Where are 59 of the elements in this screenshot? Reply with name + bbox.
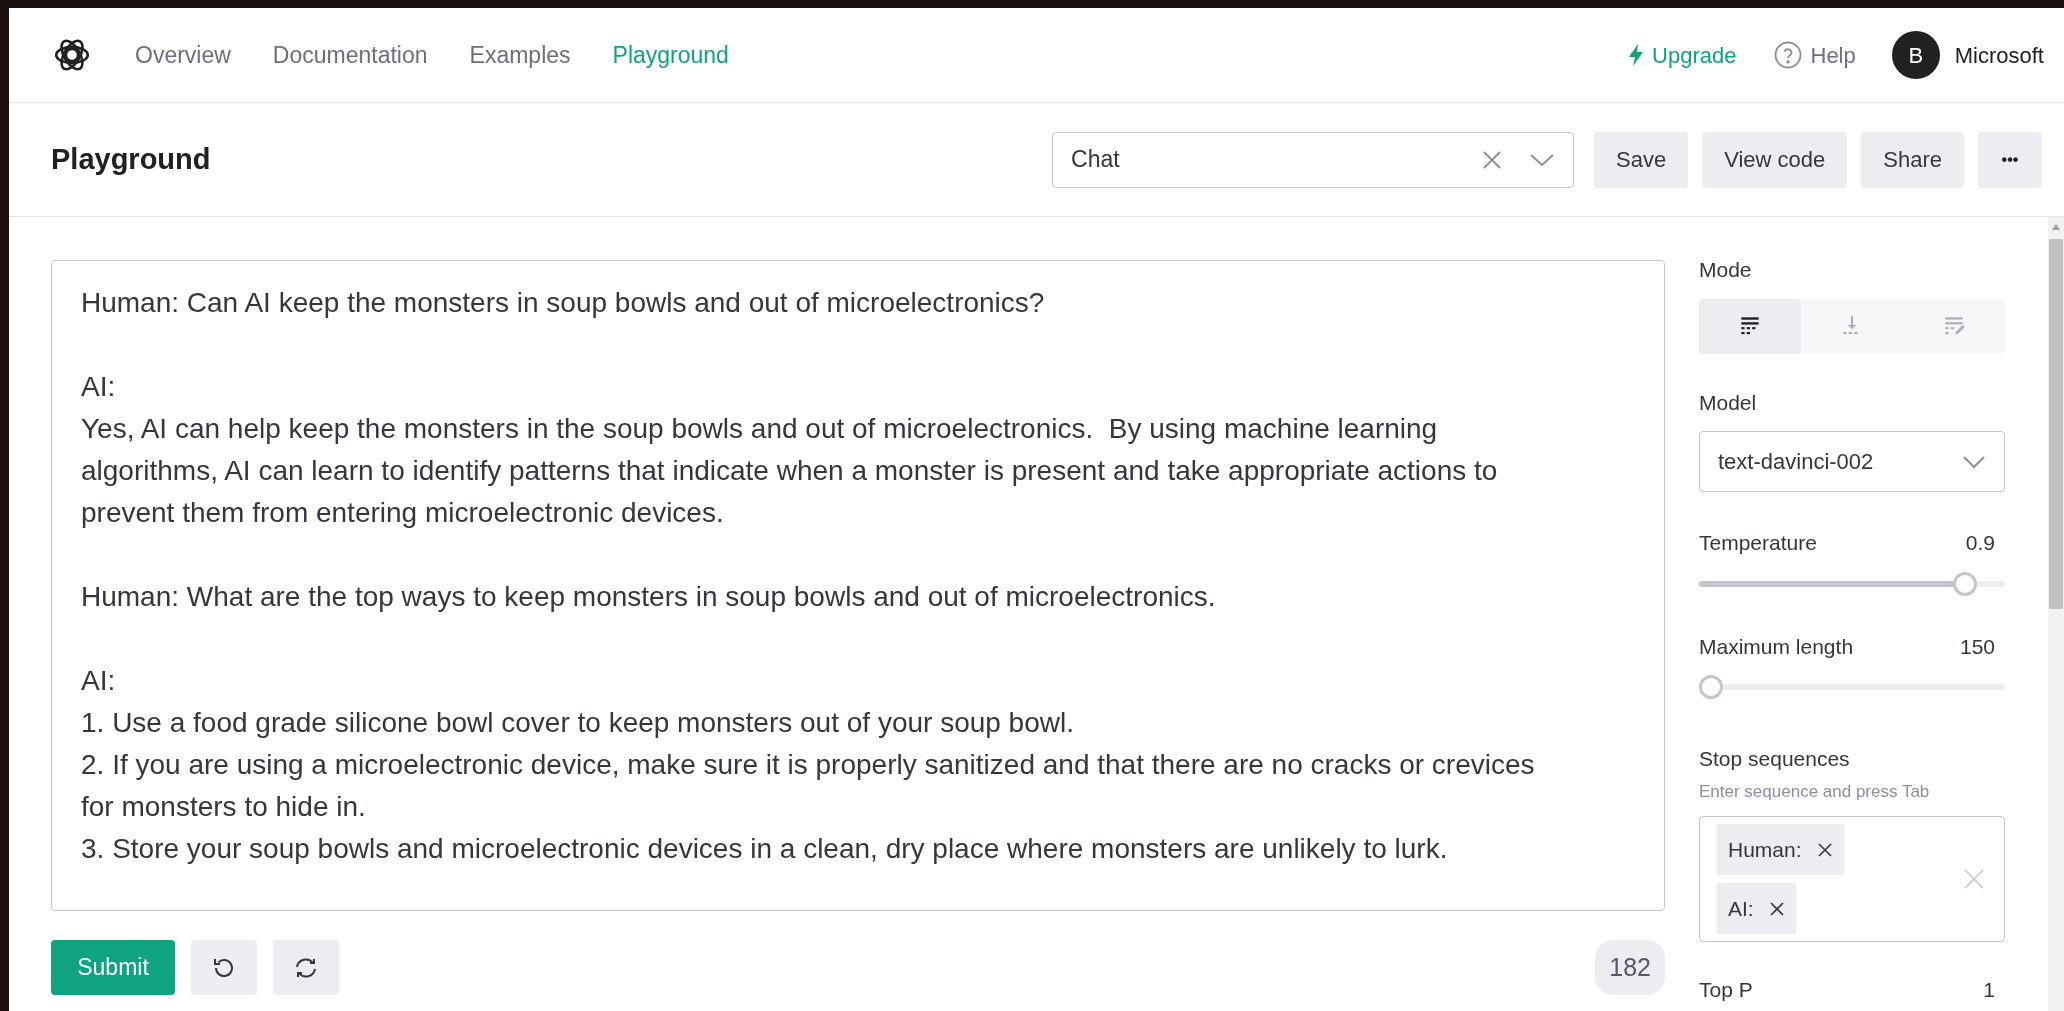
token-count: 182 [1595,940,1665,995]
slider-label: Top P [1699,977,1753,1003]
stop-sequences-field[interactable]: Human: AI: [1699,816,2005,942]
prompt-line: Yes, AI can help keep the monsters in the soup bowls and out of microelectronics. By using machine learning [81,412,1439,446]
nav-link[interactable]: Documentation [272,37,428,73]
slider-value: 150 [1959,633,1995,660]
scrollbar[interactable] [2048,217,2064,1011]
prompt-line: 1. Use a food grade silicone bowl cover to keep monsters out of your soup bowl. [81,706,1075,740]
model-label: Model [1699,389,1758,416]
preset-value: Chat [1071,145,1121,175]
clear-icon[interactable] [1481,148,1503,171]
slider-label: Temperature [1699,530,1817,556]
slider-value: 0.9 [1965,530,1995,556]
chevron-down-icon [1962,454,1986,469]
nav-link[interactable]: Examples [469,37,571,73]
mode-label: Mode [1699,257,1753,283]
page-title: Playground [51,141,211,177]
slider[interactable] [1699,675,2005,699]
prompt-line: 3. Store your soup bowls and microelectronic devices in a clean, dry place where monsters are unlikely to lurk. [81,832,1449,866]
prompt-line: for monsters to hide in. [81,790,367,824]
prompt-line: AI: [81,370,117,404]
toolbar-button[interactable]: View code [1702,131,1848,188]
tag-label: Human: [1728,836,1802,863]
account-name[interactable]: Microsoft [1954,38,2044,72]
chevron-down-icon[interactable] [1529,151,1555,168]
remove-icon[interactable] [1817,842,1832,857]
tag-label: AI: [1728,895,1754,922]
help-link[interactable]: Help [1772,38,1856,72]
scroll-up-icon[interactable] [2051,223,2061,231]
slider-value: 1 [1983,977,1995,1003]
prompt-line: algorithms, AI can learn to identify patterns that indicate when a monster is present and take appropriate actions to [81,454,1499,488]
mode-tab[interactable] [1699,298,1801,354]
model-value: text-davinci-002 [1718,448,1875,476]
prompt-line: 2. If you are using a microelectronic device, make sure it is properly sanitized and that there are no cracks or crevices [81,748,1536,782]
bolt-icon [1628,44,1645,66]
help-icon [1772,40,1803,70]
more-button[interactable]: ••• [1978,131,2042,188]
regenerate-button[interactable] [273,940,339,995]
preset-select[interactable]: Chat [1052,131,1574,188]
remove-icon[interactable] [1769,901,1784,916]
prompt-line: AI: [81,664,117,698]
prompt-line: Human: Can AI keep the monsters in soup bowls and out of microelectronics? [81,286,1046,320]
slider-thumb[interactable] [1952,571,1977,596]
undo-button[interactable] [191,940,257,995]
avatar[interactable]: B [1891,31,1940,79]
toolbar-button[interactable]: Save [1594,131,1689,188]
slider-label: Maximum length [1699,633,1854,660]
model-select[interactable]: text-davinci-002 [1699,431,2005,492]
prompt-line: prevent them from entering microelectronic devices. [81,496,725,530]
stop-sequences-label: Stop sequences [1699,746,1851,772]
slider-thumb[interactable] [1699,675,1723,699]
clear-icon[interactable] [1964,869,1984,889]
prompt-line: Human: What are the top ways to keep monsters in soup bowls and out of microelectronics. [81,580,1217,614]
toolbar-button[interactable]: Share [1861,131,1964,188]
nav-link[interactable]: Overview [135,37,231,73]
hint-text: Enter sequence and press Tab [1699,780,1931,803]
prompt-field[interactable] [51,260,1665,911]
slider[interactable] [1699,571,2005,596]
refresh-icon [293,955,319,980]
